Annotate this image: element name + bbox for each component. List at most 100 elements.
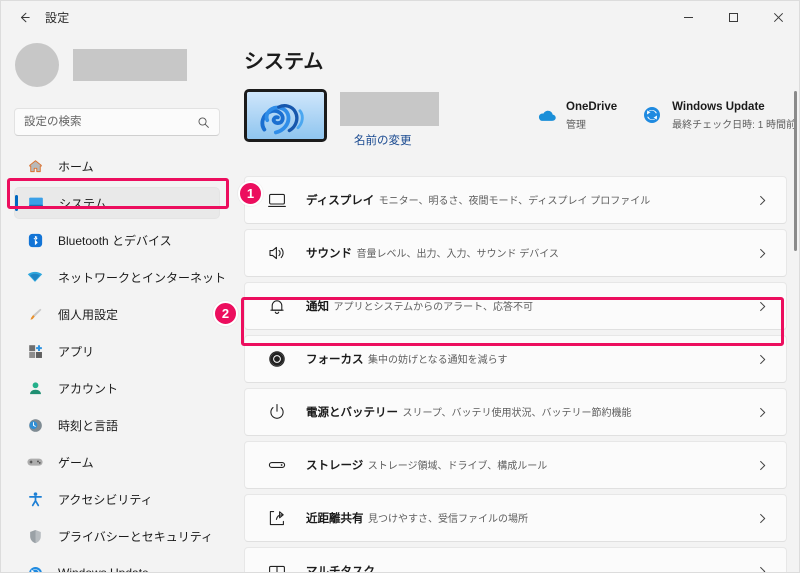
chevron-right-icon <box>757 354 768 365</box>
caption-buttons <box>666 1 799 33</box>
settings-card-multitasking[interactable]: マルチタスク <box>244 547 787 573</box>
scrollbar-thumb[interactable] <box>794 91 797 251</box>
card-text: マルチタスク <box>306 562 757 573</box>
card-text: 近距離共有 見つけやすさ、受信ファイルの場所 <box>306 509 757 527</box>
sidebar-item-bluetooth[interactable]: Bluetooth とデバイス <box>14 224 220 256</box>
sidebar-item-label: アプリ <box>58 344 95 359</box>
card-text: 電源とバッテリー スリープ、バッテリ使用状況、バッテリー節約機能 <box>306 403 757 421</box>
sidebar-item-windows-update[interactable]: Windows Update <box>14 557 220 573</box>
card-title: ストレージ <box>306 460 364 472</box>
tile-onedrive[interactable]: OneDrive 管理 <box>535 97 617 133</box>
sidebar: ホーム システム <box>1 33 233 573</box>
settings-card-storage[interactable]: ストレージ ストレージ領域、ドライブ、構成ルール <box>244 441 787 489</box>
account-name-redacted <box>73 49 187 81</box>
sidebar-item-label: ネットワークとインターネット <box>58 270 227 285</box>
sidebar-item-accounts[interactable]: アカウント <box>14 372 220 404</box>
step-badge-1: 1 <box>238 181 263 206</box>
sidebar-item-label: アクセシビリティ <box>58 492 153 507</box>
sidebar-item-label: ホーム <box>58 159 94 174</box>
chevron-right-icon <box>757 407 768 418</box>
card-title: 近距離共有 <box>306 513 364 525</box>
maximize-button[interactable] <box>711 1 756 33</box>
search-box[interactable] <box>14 108 220 136</box>
title-bar: 設定 <box>1 1 799 33</box>
sidebar-item-label: 個人用設定 <box>58 307 119 322</box>
sidebar-item-home[interactable]: ホーム <box>14 150 220 182</box>
sidebar-item-network[interactable]: ネットワークとインターネット <box>14 261 226 293</box>
card-subtitle: ストレージ領域、ドライブ、構成ルール <box>367 461 548 472</box>
card-title: 通知 <box>306 301 329 313</box>
sidebar-item-accessibility[interactable]: アクセシビリティ <box>14 483 220 515</box>
sidebar-item-label: プライバシーとセキュリティ <box>58 529 214 544</box>
sidebar-item-time-language[interactable]: 時刻と言語 <box>14 409 220 441</box>
chevron-right-icon <box>757 566 768 572</box>
settings-card-power-battery[interactable]: 電源とバッテリー スリープ、バッテリ使用状況、バッテリー節約機能 <box>244 388 787 436</box>
chevron-right-icon <box>757 248 768 259</box>
storage-drive-icon <box>265 453 289 477</box>
card-text: フォーカス 集中の妨げとなる通知を減らす <box>306 350 757 368</box>
card-subtitle: スリープ、バッテリ使用状況、バッテリー節約機能 <box>402 408 632 419</box>
card-title: マルチタスク <box>306 566 375 573</box>
settings-window: 設定 設定の検索 ホーム システム Bluetooth とデバイス ネットワーク… <box>0 0 800 573</box>
avatar <box>15 43 59 87</box>
tile-windows-update[interactable]: Windows Update 最終チェック日時: 1 時間前 <box>641 97 799 133</box>
sidebar-item-label: ゲーム <box>58 455 94 470</box>
shield-icon <box>25 526 45 546</box>
settings-card-sound[interactable]: サウンド 音量レベル、出力、入力、サウンド デバイス <box>244 229 787 277</box>
back-arrow-icon <box>17 10 32 25</box>
sidebar-item-system[interactable]: システム <box>14 187 220 219</box>
focus-moon-icon <box>265 347 289 371</box>
main-scrollbar[interactable] <box>794 91 797 571</box>
tile-title: Windows Update <box>672 101 765 113</box>
sidebar-item-label: Windows Update <box>58 566 149 573</box>
rename-link[interactable]: 名前の変更 <box>354 132 412 148</box>
home-icon <box>25 156 45 176</box>
apps-icon <box>25 341 45 361</box>
main-content: システム 名前の変更 OneDrive 管理 Windows Update 最終… <box>233 33 799 573</box>
multitask-icon <box>265 559 289 572</box>
settings-card-list: ディスプレイ モニター、明るさ、夜間モード、ディスプレイ プロファイル サウンド… <box>244 176 787 573</box>
card-subtitle: モニター、明るさ、夜間モード、ディスプレイ プロファイル <box>378 196 651 207</box>
chevron-right-icon <box>757 513 768 524</box>
settings-card-focus[interactable]: フォーカス 集中の妨げとなる通知を減らす <box>244 335 787 383</box>
accessibility-icon <box>25 489 45 509</box>
settings-card-display[interactable]: ディスプレイ モニター、明るさ、夜間モード、ディスプレイ プロファイル <box>244 176 787 224</box>
windows-update-icon <box>25 563 45 572</box>
maximize-icon <box>728 12 739 23</box>
settings-card-nearby-share[interactable]: 近距離共有 見つけやすさ、受信ファイルの場所 <box>244 494 787 542</box>
close-button[interactable] <box>756 1 799 33</box>
card-title: 電源とバッテリー <box>306 407 398 419</box>
tile-subtitle: 最終チェック日時: 1 時間前 <box>672 120 797 131</box>
minimize-icon <box>683 12 694 23</box>
clock-language-icon <box>25 415 45 435</box>
card-subtitle: アプリとシステムからのアラート、応答不可 <box>333 302 533 313</box>
page-title: システム <box>244 51 324 73</box>
card-text: ディスプレイ モニター、明るさ、夜間モード、ディスプレイ プロファイル <box>306 191 757 209</box>
onedrive-cloud-icon <box>535 104 557 126</box>
sidebar-nav: ホーム システム Bluetooth とデバイス ネットワークとインターネット … <box>1 150 233 573</box>
sidebar-item-label: 時刻と言語 <box>58 418 119 433</box>
bluetooth-icon <box>25 230 45 250</box>
sidebar-item-gaming[interactable]: ゲーム <box>14 446 220 478</box>
card-title: フォーカス <box>306 354 364 366</box>
sidebar-item-personalization[interactable]: 個人用設定 <box>14 298 220 330</box>
step-badge-2: 2 <box>213 301 238 326</box>
search-input[interactable] <box>15 115 197 129</box>
tile-onedrive-text: OneDrive 管理 <box>566 97 617 133</box>
settings-card-notifications[interactable]: 通知 アプリとシステムからのアラート、応答不可 <box>244 282 787 330</box>
quick-tiles: OneDrive 管理 Windows Update 最終チェック日時: 1 時… <box>535 97 799 133</box>
account-icon <box>25 378 45 398</box>
app-title: 設定 <box>45 10 70 25</box>
back-button[interactable] <box>7 2 41 32</box>
sidebar-item-privacy-security[interactable]: プライバシーとセキュリティ <box>14 520 220 552</box>
profile-block[interactable] <box>15 43 187 87</box>
paintbrush-icon <box>25 304 45 324</box>
close-icon <box>773 12 784 23</box>
notification-bell-icon <box>265 294 289 318</box>
system-monitor-icon <box>26 193 46 213</box>
minimize-button[interactable] <box>666 1 711 33</box>
sidebar-item-apps[interactable]: アプリ <box>14 335 220 367</box>
card-subtitle: 見つけやすさ、受信ファイルの場所 <box>367 514 528 525</box>
sidebar-item-label: アカウント <box>58 381 119 396</box>
card-text: サウンド 音量レベル、出力、入力、サウンド デバイス <box>306 244 757 262</box>
